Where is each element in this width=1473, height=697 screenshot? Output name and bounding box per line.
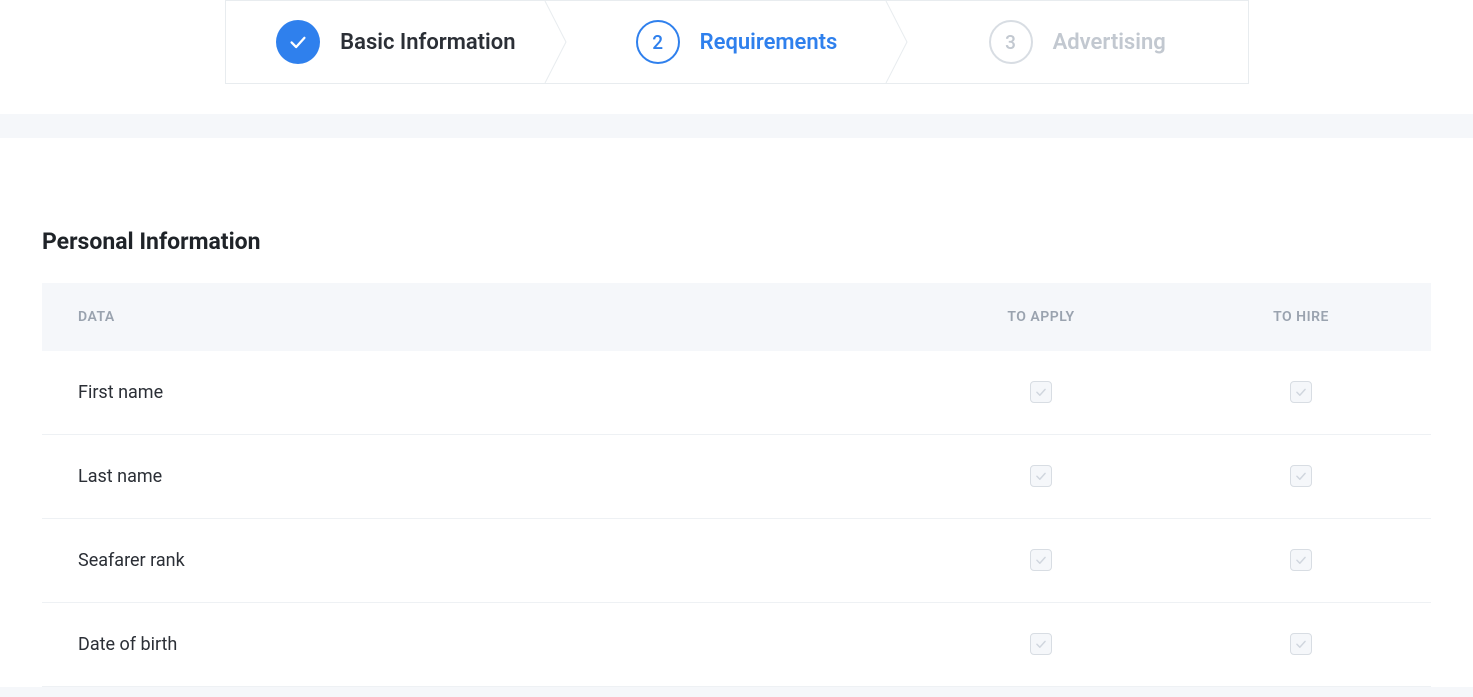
table-header-row: DATA TO APPLY TO HIRE (42, 283, 1431, 351)
stepper-card: Basic Information 2 Requirements 3 A (0, 0, 1473, 114)
section-title: Personal Information (42, 228, 1431, 255)
table-row: First name (42, 351, 1431, 435)
step-number: 3 (1005, 31, 1016, 54)
step-label: Advertising (1053, 30, 1166, 55)
cell-to-apply (911, 435, 1171, 519)
step-label: Basic Information (340, 30, 515, 55)
table-row: Last name (42, 435, 1431, 519)
cell-to-apply (911, 351, 1171, 435)
check-icon (287, 31, 309, 53)
cell-to-apply (911, 519, 1171, 603)
cell-to-apply (911, 603, 1171, 687)
requirements-card: Personal Information DATA TO APPLY TO HI… (0, 138, 1473, 687)
col-header-data: DATA (42, 283, 911, 351)
table-row: Seafarer rank (42, 519, 1431, 603)
checkbox-locked (1290, 381, 1312, 403)
checkbox-locked (1290, 465, 1312, 487)
card-gap (0, 114, 1473, 138)
row-label: Seafarer rank (42, 519, 911, 603)
checkbox-locked (1030, 549, 1052, 571)
row-label: Last name (42, 435, 911, 519)
stepper: Basic Information 2 Requirements 3 A (225, 0, 1249, 84)
step-circle-pending: 3 (989, 20, 1033, 64)
step-advertising[interactable]: 3 Advertising (907, 1, 1248, 83)
step-basic-information[interactable]: Basic Information (226, 1, 567, 83)
requirements-table: DATA TO APPLY TO HIRE First nameLast nam… (42, 283, 1431, 687)
cell-to-hire (1171, 435, 1431, 519)
checkbox-locked (1030, 465, 1052, 487)
step-label: Requirements (700, 30, 838, 55)
row-label: First name (42, 351, 911, 435)
step-requirements[interactable]: 2 Requirements (566, 1, 907, 83)
col-header-to-apply: TO APPLY (911, 283, 1171, 351)
checkbox-locked (1290, 549, 1312, 571)
table-row: Date of birth (42, 603, 1431, 687)
step-circle-current: 2 (636, 20, 680, 64)
cell-to-hire (1171, 351, 1431, 435)
row-label: Date of birth (42, 603, 911, 687)
checkbox-locked (1030, 381, 1052, 403)
cell-to-hire (1171, 603, 1431, 687)
checkbox-locked (1030, 633, 1052, 655)
cell-to-hire (1171, 519, 1431, 603)
step-circle-done (276, 20, 320, 64)
checkbox-locked (1290, 633, 1312, 655)
col-header-to-hire: TO HIRE (1171, 283, 1431, 351)
step-number: 2 (652, 31, 663, 54)
